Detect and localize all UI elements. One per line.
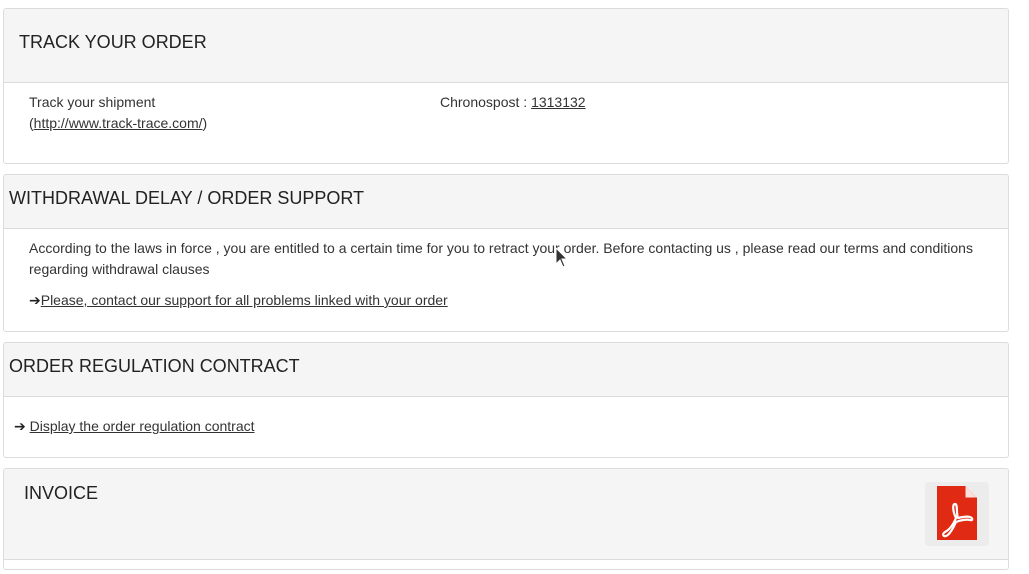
withdrawal-text-line1: According to the laws in force , you are… [29,240,973,256]
regulation-panel: ORDER REGULATION CONTRACT ➔ Display the … [3,342,1009,458]
carrier-line: Chronospost : 1313132 [440,92,586,113]
support-link[interactable]: Please, contact our support for all prob… [41,292,448,308]
tracking-site-line: (http://www.track-trace.com/) [29,113,207,134]
tracking-number-link[interactable]: 1313132 [531,94,586,110]
contract-line: ➔ Display the order regulation contract [14,416,255,437]
track-order-title: TRACK YOUR ORDER [19,32,207,52]
withdrawal-title: WITHDRAWAL DELAY / ORDER SUPPORT [9,188,365,208]
track-shipment-label: Track your shipment [29,94,156,110]
support-line: ➔Please, contact our support for all pro… [29,290,448,311]
track-order-header: TRACK YOUR ORDER [4,9,1008,83]
close-paren: ) [202,115,208,131]
withdrawal-panel: WITHDRAWAL DELAY / ORDER SUPPORT Accordi… [3,174,1009,332]
contract-link[interactable]: Display the order regulation contract [30,418,255,434]
invoice-title: INVOICE [24,483,99,503]
regulation-title: ORDER REGULATION CONTRACT [9,356,300,376]
regulation-header: ORDER REGULATION CONTRACT [4,343,1008,397]
withdrawal-text-line2: regarding withdrawal clauses [29,261,210,277]
tracking-site-link[interactable]: http://www.track-trace.com/ [34,115,203,131]
pdf-download-button[interactable] [925,482,989,546]
withdrawal-header: WITHDRAWAL DELAY / ORDER SUPPORT [4,175,1008,229]
arrow-right-icon: ➔ [14,418,26,434]
invoice-panel: INVOICE [3,468,1009,570]
carrier-label: Chronospost : [440,94,532,110]
mouse-pointer-icon [555,247,569,268]
arrow-right-icon: ➔ [29,292,41,308]
invoice-header: INVOICE [4,469,1008,560]
track-order-panel: TRACK YOUR ORDER Track your shipment (ht… [3,8,1009,164]
pdf-file-icon [937,486,977,540]
